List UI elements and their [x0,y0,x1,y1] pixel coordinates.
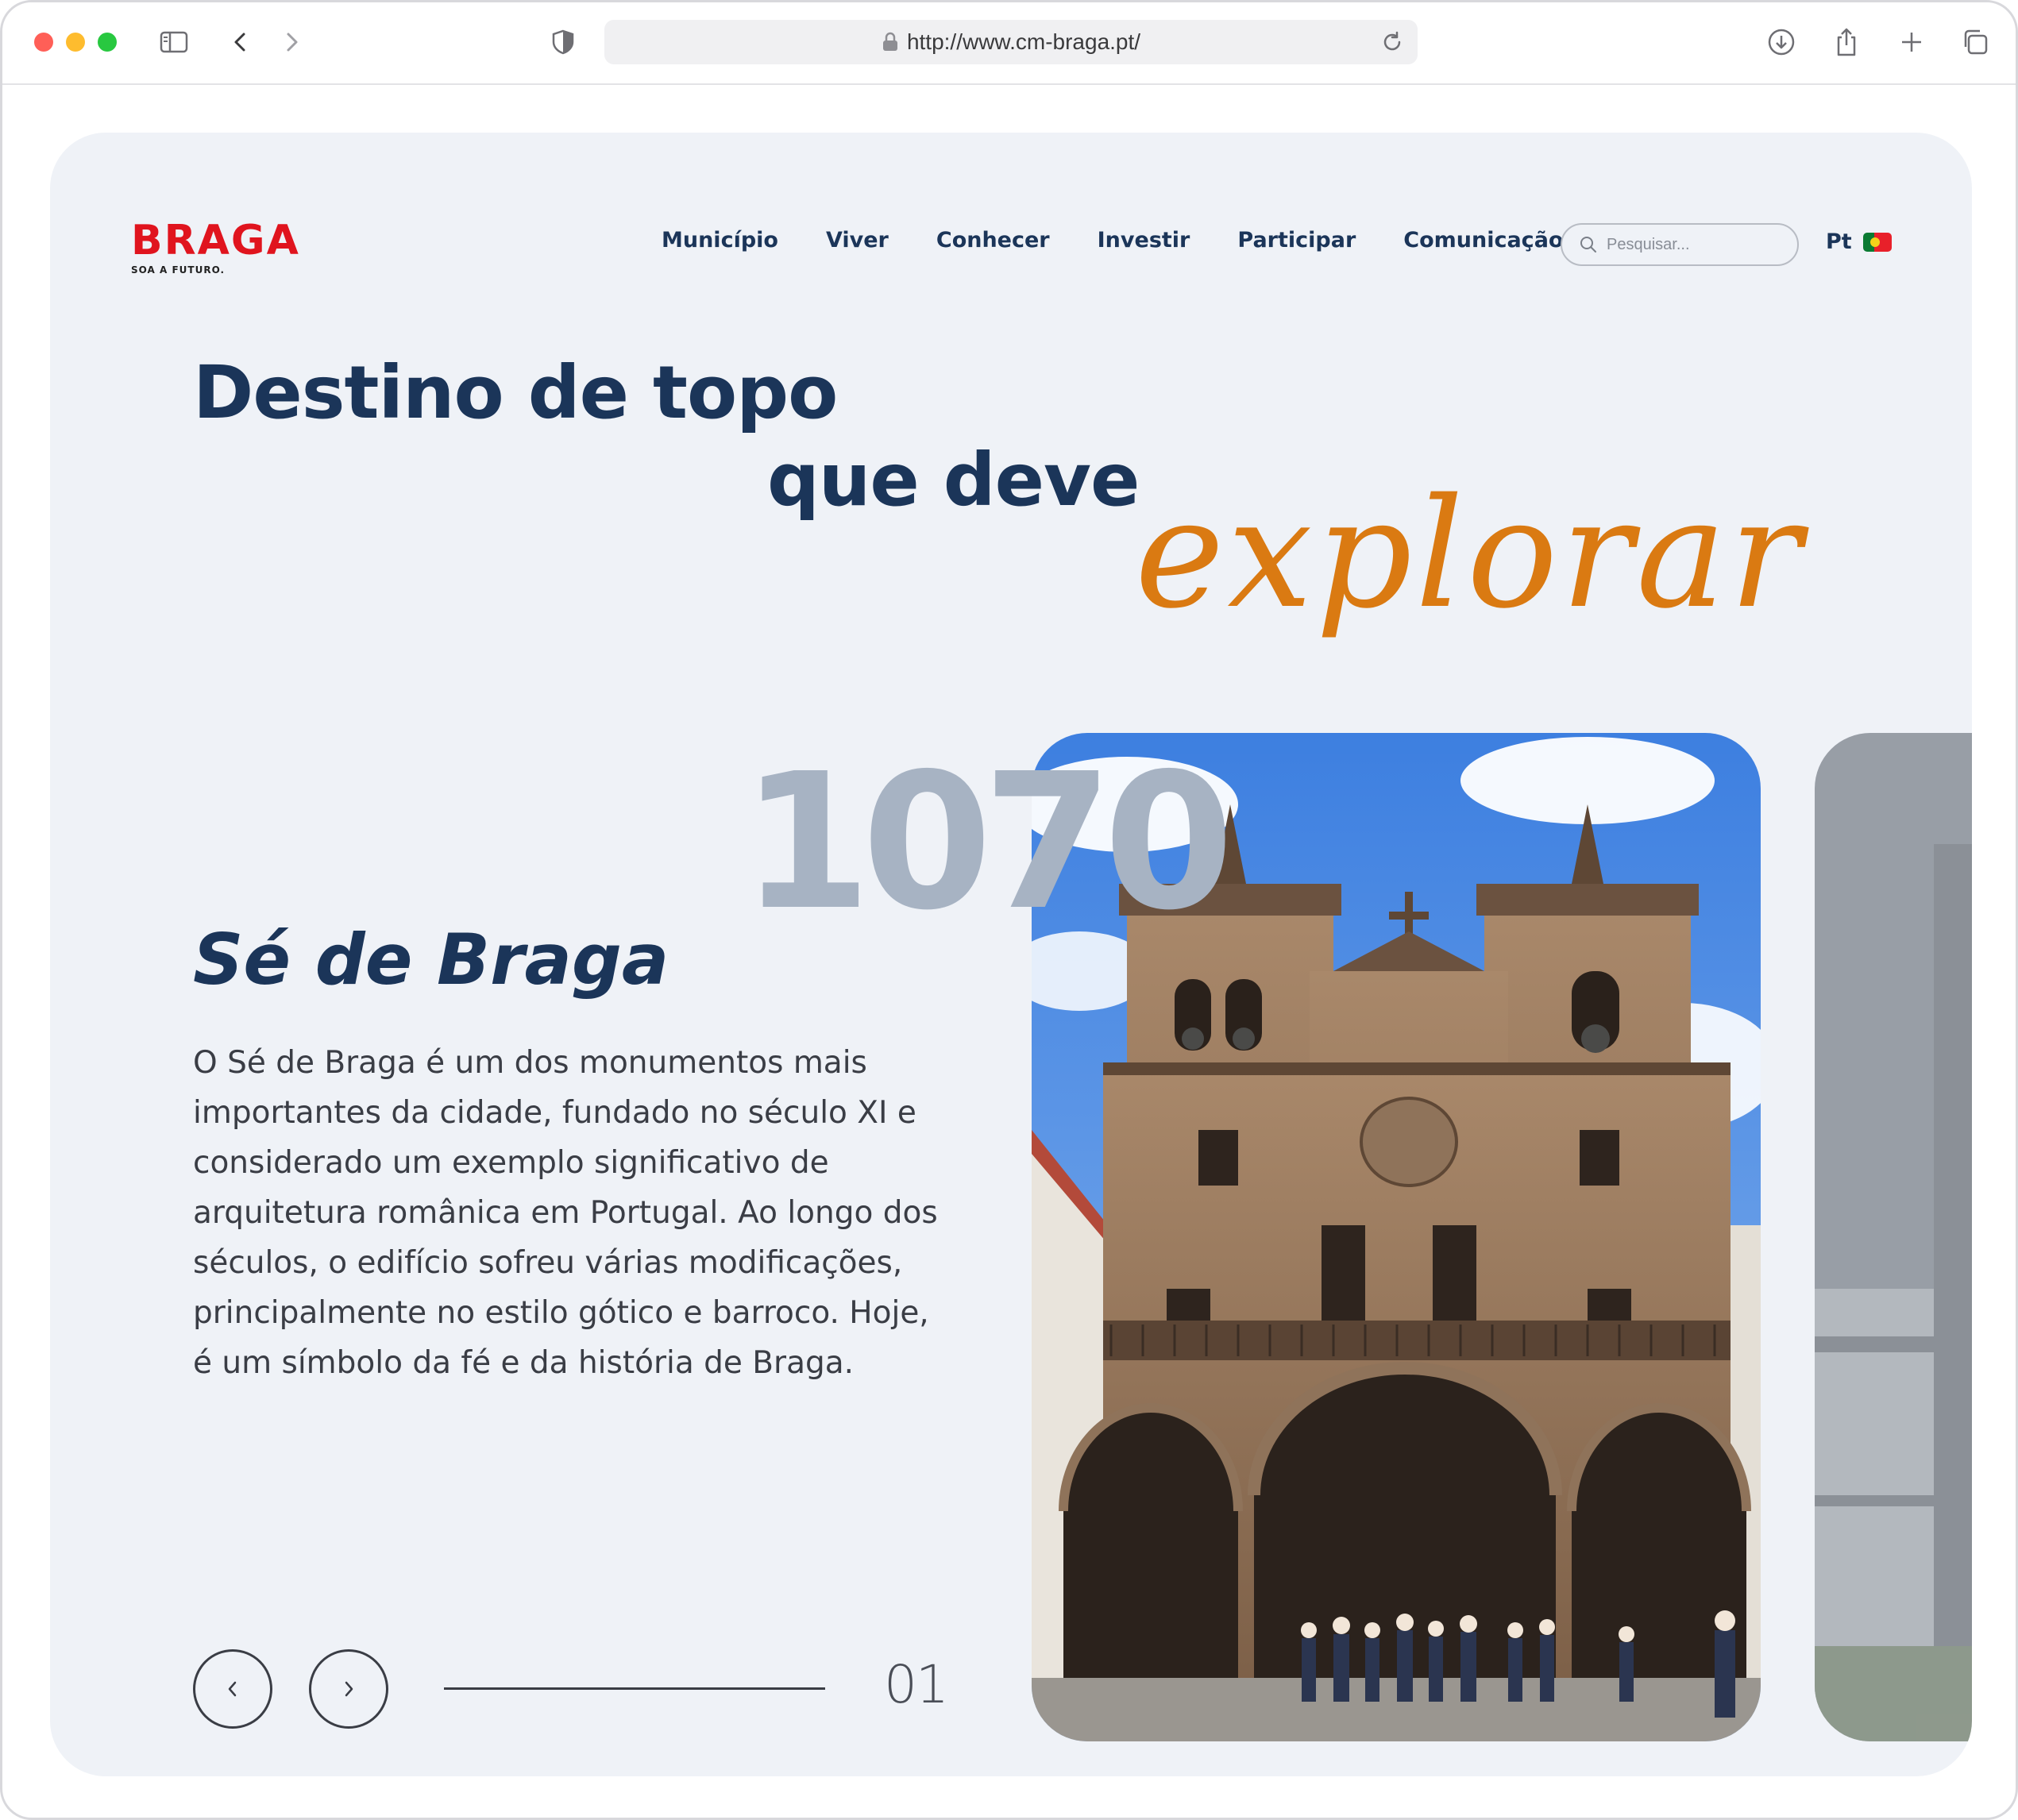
site-logo[interactable]: BRAGA SOA A FUTURO. [131,217,300,282]
nav-item-municipio[interactable]: Município [662,228,778,253]
chevron-left-icon[interactable] [223,25,258,60]
language-selector[interactable]: Pt [1826,229,1892,254]
next-slide-preview[interactable] [1815,733,1972,1741]
main-navigation: Município Viver Conhecer Investir Partic… [662,228,1563,253]
hero-heading-line1: Destino de topo [193,350,838,435]
search-icon [1580,237,1596,253]
logo-tagline: SOA A FUTURO. [131,264,226,276]
nav-item-participar[interactable]: Participar [1237,228,1356,253]
previous-slide-button[interactable] [193,1649,272,1729]
nav-item-investir[interactable]: Investir [1098,228,1190,253]
page-content: BRAGA SOA A FUTURO. Município Viver Conh… [50,133,1972,1776]
slide-title: Sé de Braga [193,919,669,1001]
minimize-window-button[interactable] [66,33,85,52]
logo-wordmark: BRAGA [131,217,300,264]
browser-toolbar: http://www.cm-braga.pt/ [2,2,2016,85]
shield-icon[interactable] [546,25,581,60]
lock-icon [882,32,897,51]
nav-item-conhecer[interactable]: Conhecer [936,228,1050,253]
url-text: http://www.cm-braga.pt/ [906,29,1141,54]
nav-item-viver[interactable]: Viver [826,228,889,253]
hero-heading-accent: explorar [1135,466,1805,642]
search-input[interactable] [1607,235,1781,254]
portugal-flag-icon [1862,232,1892,252]
slide-description: O Sé de Braga é um dos monumentos mais i… [193,1045,938,1381]
chevron-right-icon [345,1681,353,1697]
chevron-left-icon [228,1681,237,1697]
sidebar-icon[interactable] [156,25,191,60]
download-icon[interactable] [1764,25,1799,60]
next-slide-button[interactable] [309,1649,388,1729]
language-label: Pt [1826,229,1852,254]
tabs-icon[interactable] [1958,25,1993,60]
reload-icon[interactable] [1379,29,1405,55]
search-box[interactable] [1561,223,1799,266]
share-icon[interactable] [1829,25,1864,60]
slide-progress-bar [444,1687,825,1690]
slide-year: 1070 [741,733,1234,951]
plus-icon[interactable] [1894,25,1929,60]
slide-counter: 01 [884,1654,949,1715]
chevron-right-icon[interactable] [274,25,309,60]
close-window-button[interactable] [34,33,53,52]
browser-window: http://www.cm-braga.pt/ BRAGA SOA A FUTU… [0,0,2018,1820]
zoom-window-button[interactable] [98,33,117,52]
address-bar[interactable]: http://www.cm-braga.pt/ [604,20,1418,64]
hero-heading-line2: que deve [767,438,1140,522]
nav-item-comunicacao[interactable]: Comunicação [1403,228,1563,253]
